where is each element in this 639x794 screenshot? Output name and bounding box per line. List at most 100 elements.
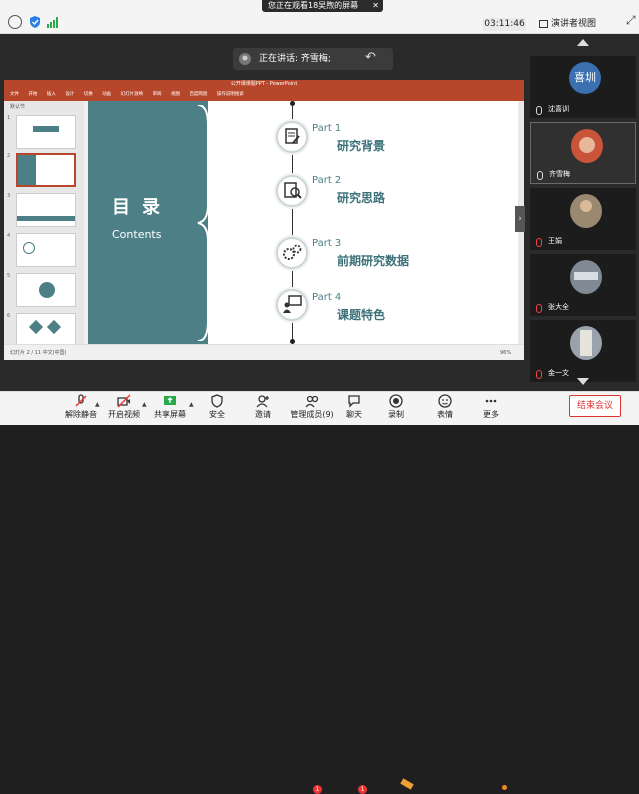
part-title: 研究背景 [337,139,386,153]
slide-left-panel [88,101,208,344]
signal-icon[interactable] [46,16,58,28]
ribbon-tab[interactable]: 百度网盘 [189,92,207,97]
members-icon [305,395,319,408]
unmute-button[interactable]: 解除静音 [57,394,105,424]
thumb-number: 1 [7,115,11,121]
part-number: Part 2 [312,175,342,186]
end-meeting-button[interactable]: 结束会议 [569,395,621,417]
top-bar: 您正在观看18吴煦的屏幕 ✕ 03:11:46 演讲者视图 ⤢ [0,0,639,34]
powerpoint-window: 公开课课题PPT - PowerPoint 文件 开始 插入 设计 切换 动画 … [4,80,524,360]
ribbon-tab[interactable]: 动画 [102,92,111,97]
ribbon-tab[interactable]: 审阅 [153,92,162,97]
participant-tile[interactable]: 喜圳 沈喜训 [530,56,636,118]
share-screen-button[interactable]: 共享屏幕 [146,394,194,424]
chat-badge: 1 [358,785,367,794]
ribbon-tab[interactable]: 插入 [47,92,56,97]
mic-muted-icon [536,238,542,247]
fullscreen-icon[interactable]: ⤢ [626,13,636,28]
part-number: Part 4 [312,292,342,303]
chevron-right-icon[interactable]: › [515,206,525,232]
more-icon [485,399,497,403]
invite-icon [256,395,269,408]
participant-name: 齐雪梅 [549,170,570,178]
toolbar-label: 安全 [209,410,225,419]
invite-button[interactable]: 邀请 [239,394,287,424]
chevron-up-icon[interactable]: ▲ [95,401,100,408]
section-label: 默认节 [10,104,26,110]
toolbar-label: 共享屏幕 [154,410,186,419]
slide-heading: 目录 [112,197,172,218]
participant-tile-active[interactable]: 齐雪梅 [530,122,636,184]
thumb-number: 5 [7,273,11,279]
scroll-up-icon[interactable] [577,39,589,46]
thumb-number: 3 [7,193,11,199]
speaking-text: 正在讲话: 齐雪梅; [259,54,331,64]
ribbon-tab[interactable]: 开始 [28,92,37,97]
ribbon-tab[interactable]: 视图 [171,92,180,97]
toolbar-label: 开启视频 [108,410,140,419]
ribbon-tab[interactable]: 切换 [84,92,93,97]
notification-dot [502,785,507,790]
slide-thumbnail[interactable] [16,233,76,267]
slide-thumbnail-active[interactable] [16,153,76,187]
slide-thumbnail[interactable] [16,193,76,227]
presenter-icon [276,289,308,321]
sharing-banner: 您正在观看18吴煦的屏幕 ✕ [262,0,383,12]
slide-subheading: Contents [112,228,162,241]
participant-name: 王娟 [548,237,562,245]
zoom-level: 96% [500,350,512,356]
participant-tile[interactable]: 王娟 [530,188,636,250]
gears-icon [276,237,308,269]
mic-muted-icon [536,304,542,313]
search-document-icon [276,175,308,207]
avatar [570,260,602,294]
security-button[interactable]: 安全 [193,394,241,424]
toolbar-label: 表情 [437,410,453,419]
record-button[interactable]: 录制 [372,394,420,424]
slide-canvas: 目录 Contents Part 1 研究背景 Part 2 研究思路 Part… [88,101,518,344]
ribbon-tab[interactable]: 文件 [10,92,19,97]
participant-tile[interactable]: 金一文 [530,320,636,382]
ribbon-tab[interactable]: 幻灯片放映 [121,92,144,97]
part-number: Part 3 [312,238,342,249]
slide-thumbnail[interactable] [16,273,76,307]
video-off-icon [117,394,131,408]
scroll-down-icon[interactable] [577,378,589,385]
view-mode-button[interactable]: 演讲者视图 [539,18,623,31]
grid-icon [539,19,548,28]
share-screen-icon [164,396,176,405]
ribbon-tab[interactable]: 设计 [65,92,74,97]
emoji-icon [438,394,452,408]
mic-icon [536,106,542,115]
participant-name: 金一文 [548,369,569,377]
toolbar-label: 邀请 [255,410,271,419]
ppt-ribbon: 文件 开始 插入 设计 切换 动画 幻灯片放映 审阅 视图 百度网盘 操作说明搜… [4,89,524,101]
close-icon[interactable]: ✕ [372,0,379,12]
more-button[interactable]: 更多 [467,394,515,424]
slide-thumbnail[interactable] [16,313,76,347]
toolbar-label: 录制 [388,410,404,419]
back-arrow-icon[interactable]: ↶ [365,47,376,69]
start-video-button[interactable]: 开启视频 [100,394,148,424]
record-icon [389,394,403,408]
chat-button[interactable]: 聊天 [330,394,378,424]
part-title: 研究思路 [337,191,386,205]
part-title: 课题特色 [337,308,386,322]
thumb-number: 4 [7,233,11,239]
reactions-button[interactable]: 表情 [421,394,469,424]
part-number: Part 1 [312,123,342,134]
view-mode-label: 演讲者视图 [551,19,597,29]
toolbar-label: 聊天 [346,410,362,419]
slide-thumbnail[interactable] [16,115,76,149]
ribbon-tab[interactable]: 操作说明搜索 [217,92,244,97]
avatar [571,129,603,163]
info-icon[interactable] [8,15,22,29]
participant-tile[interactable]: 张大全 [530,254,636,316]
shield-icon[interactable] [29,15,41,29]
meeting-toolbar: 解除静音 ▲ 开启视频 ▲ 共享屏幕 ▲ 安全 邀请 管理成员(9) 1 聊天 … [0,391,639,794]
members-badge: 1 [313,785,322,794]
ppt-status-text: 幻灯片 2 / 11 中文(中国) [10,350,67,356]
mic-icon [537,171,543,180]
speaking-indicator: 正在讲话: 齐雪梅; ↶ [233,48,393,70]
avatar: 喜圳 [569,62,601,94]
